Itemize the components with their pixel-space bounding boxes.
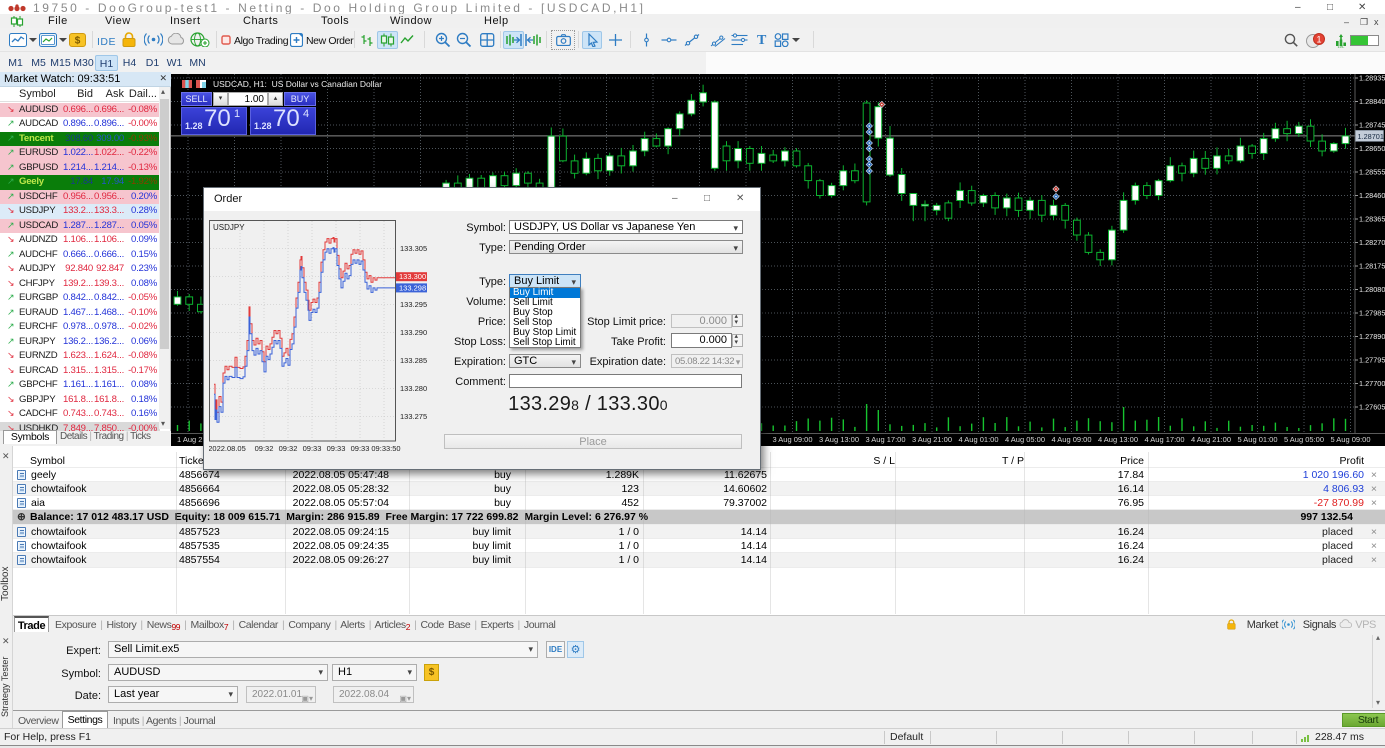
svg-text:09:33:50: 09:33:50 bbox=[371, 444, 400, 453]
svg-text:3 Aug 09:00: 3 Aug 09:00 bbox=[772, 435, 812, 444]
svg-text:1.28460: 1.28460 bbox=[1359, 191, 1385, 200]
svg-text:4 Aug 21:00: 4 Aug 21:00 bbox=[1191, 435, 1231, 444]
svg-text:1.28701: 1.28701 bbox=[1358, 132, 1384, 141]
svg-text:133.298: 133.298 bbox=[399, 283, 426, 292]
svg-text:1.28745: 1.28745 bbox=[1359, 121, 1385, 130]
svg-text:3 Aug 21:00: 3 Aug 21:00 bbox=[912, 435, 952, 444]
svg-text:133.295: 133.295 bbox=[400, 300, 427, 309]
svg-text:09:32: 09:32 bbox=[255, 444, 274, 453]
svg-text:3 Aug 17:00: 3 Aug 17:00 bbox=[865, 435, 905, 444]
svg-text:5 Aug 05:00: 5 Aug 05:00 bbox=[1284, 435, 1324, 444]
svg-text:USDJPY: USDJPY bbox=[213, 223, 245, 232]
svg-text:1.28080: 1.28080 bbox=[1359, 285, 1385, 294]
svg-text:2022.08.05: 2022.08.05 bbox=[209, 444, 246, 453]
svg-text:LVL: LVL bbox=[1338, 44, 1346, 48]
svg-text:1.28555: 1.28555 bbox=[1359, 168, 1385, 177]
svg-text:133.285: 133.285 bbox=[400, 356, 427, 365]
svg-text:1.27700: 1.27700 bbox=[1359, 379, 1385, 388]
svg-text:133.300: 133.300 bbox=[399, 272, 426, 281]
svg-text:1.27985: 1.27985 bbox=[1359, 309, 1385, 318]
svg-text:133.290: 133.290 bbox=[400, 328, 427, 337]
svg-text:4 Aug 01:00: 4 Aug 01:00 bbox=[958, 435, 998, 444]
svg-text:1.28840: 1.28840 bbox=[1359, 97, 1385, 106]
svg-text:4 Aug 09:00: 4 Aug 09:00 bbox=[1051, 435, 1091, 444]
svg-text:09:33: 09:33 bbox=[351, 444, 370, 453]
svg-text:1.27795: 1.27795 bbox=[1359, 356, 1385, 365]
svg-text:$: $ bbox=[75, 36, 81, 47]
svg-text:1.28935: 1.28935 bbox=[1359, 74, 1385, 83]
svg-text:3 Aug 13:00: 3 Aug 13:00 bbox=[819, 435, 859, 444]
svg-text:1.28270: 1.28270 bbox=[1359, 238, 1385, 247]
svg-text:09:33: 09:33 bbox=[303, 444, 322, 453]
svg-text:1: 1 bbox=[1316, 34, 1321, 44]
svg-text:133.305: 133.305 bbox=[400, 244, 427, 253]
svg-text:133.280: 133.280 bbox=[400, 384, 427, 393]
svg-text:1.28650: 1.28650 bbox=[1359, 144, 1385, 153]
svg-text:4 Aug 05:00: 4 Aug 05:00 bbox=[1005, 435, 1045, 444]
svg-text:1.28365: 1.28365 bbox=[1359, 215, 1385, 224]
svg-text:1.27890: 1.27890 bbox=[1359, 332, 1385, 341]
svg-text:09:33: 09:33 bbox=[327, 444, 346, 453]
svg-text:09:32: 09:32 bbox=[279, 444, 298, 453]
svg-text:4 Aug 13:00: 4 Aug 13:00 bbox=[1098, 435, 1138, 444]
svg-text:1.28175: 1.28175 bbox=[1359, 262, 1385, 271]
svg-text:1 Aug 2: 1 Aug 2 bbox=[177, 435, 202, 444]
svg-text:4 Aug 17:00: 4 Aug 17:00 bbox=[1144, 435, 1184, 444]
svg-text:5 Aug 01:00: 5 Aug 01:00 bbox=[1237, 435, 1277, 444]
svg-text:5 Aug 09:00: 5 Aug 09:00 bbox=[1330, 435, 1370, 444]
svg-text:1.27605: 1.27605 bbox=[1359, 403, 1385, 412]
